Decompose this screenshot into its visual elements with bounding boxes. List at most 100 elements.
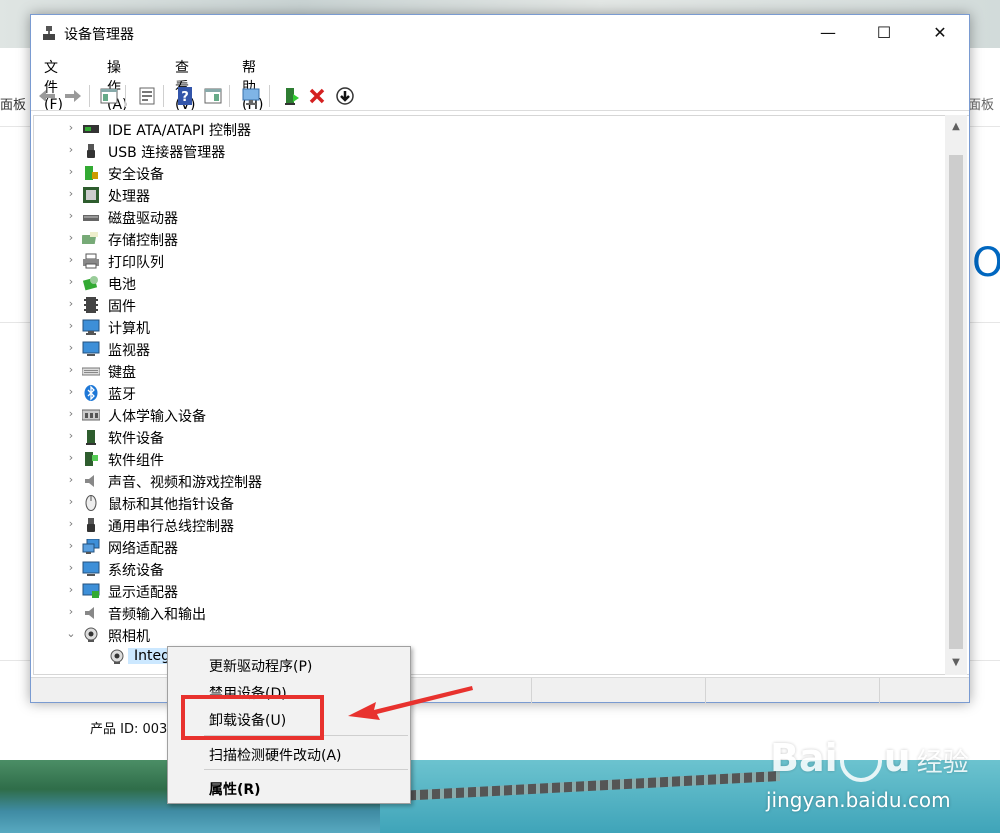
chevron-right-icon[interactable]: ›	[66, 297, 76, 313]
chevron-right-icon[interactable]: ›	[66, 539, 76, 555]
partial-heading: O	[972, 240, 1000, 286]
disk-drive-icon	[83, 215, 99, 221]
chevron-right-icon[interactable]: ›	[66, 583, 76, 599]
display-adapter-icon	[82, 583, 100, 598]
chevron-right-icon[interactable]: ›	[66, 231, 76, 247]
chevron-right-icon[interactable]: ›	[66, 451, 76, 467]
title-bar[interactable]: 设备管理器 — ☐ ✕	[31, 15, 969, 51]
tree-item-battery[interactable]: › 电池	[34, 272, 946, 294]
menu-item-update-driver[interactable]: 更新驱动程序(P)	[168, 651, 410, 677]
audio-io-icon	[85, 607, 94, 619]
status-cell	[531, 678, 532, 703]
device-tree[interactable]: › IDE ATA/ATAPI 控制器 › USB 连接器管理器 › 安全设备 …	[33, 115, 969, 675]
scroll-up-icon[interactable]: ▲	[945, 117, 967, 137]
paw-icon	[839, 739, 882, 782]
usb-icon	[87, 144, 95, 158]
chevron-right-icon[interactable]: ›	[66, 209, 76, 225]
show-hide-tree-icon[interactable]	[99, 86, 119, 106]
chevron-right-icon[interactable]: ›	[66, 517, 76, 533]
network-adapter-icon	[82, 539, 100, 554]
tree-item-usb-controller[interactable]: › 通用串行总线控制器	[34, 514, 946, 536]
tree-item-mouse[interactable]: › 鼠标和其他指针设备	[34, 492, 946, 514]
chevron-down-icon[interactable]: ⌄	[66, 627, 76, 643]
tree-item-display-adapter[interactable]: › 显示适配器	[34, 580, 946, 602]
annotation-highlight-box	[181, 695, 324, 740]
chevron-right-icon[interactable]: ›	[66, 341, 76, 357]
tree-item-processor[interactable]: › 处理器	[34, 184, 946, 206]
uninstall-device-icon[interactable]	[307, 86, 327, 106]
action-pane-icon[interactable]	[203, 86, 223, 106]
baidu-watermark: Bai u 经验	[770, 736, 969, 782]
bluetooth-icon	[84, 385, 98, 401]
chevron-right-icon[interactable]: ›	[66, 561, 76, 577]
help-icon[interactable]: ?	[175, 86, 195, 106]
camera-icon	[84, 627, 98, 642]
tree-item-sound-video-game[interactable]: › 声音、视频和游戏控制器	[34, 470, 946, 492]
keyboard-icon	[82, 367, 100, 376]
tree-item-audio-io[interactable]: › 音频输入和输出	[34, 602, 946, 624]
tree-item-firmware[interactable]: › 固件	[34, 294, 946, 316]
chevron-right-icon[interactable]: ›	[66, 605, 76, 621]
download-driver-icon[interactable]	[335, 86, 355, 106]
tree-item-software-device[interactable]: › 软件设备	[34, 426, 946, 448]
chevron-right-icon[interactable]: ›	[66, 473, 76, 489]
menu-item-scan-hardware[interactable]: 扫描检测硬件改动(A)	[168, 740, 410, 766]
tree-item-security-device[interactable]: › 安全设备	[34, 162, 946, 184]
chevron-right-icon[interactable]: ›	[66, 363, 76, 379]
close-button[interactable]: ✕	[917, 15, 963, 51]
mouse-icon	[85, 495, 97, 511]
tree-item-disk-drive[interactable]: › 磁盘驱动器	[34, 206, 946, 228]
menu-item-properties[interactable]: 属性(R)	[168, 774, 410, 800]
chevron-right-icon[interactable]: ›	[66, 429, 76, 445]
tree-item-computer[interactable]: › 计算机	[34, 316, 946, 338]
maximize-button[interactable]: ☐	[861, 15, 907, 51]
tree-item-network-adapter[interactable]: › 网络适配器	[34, 536, 946, 558]
toolbar-separator	[163, 85, 164, 107]
menu-separator	[204, 769, 408, 770]
forward-arrow-icon[interactable]	[63, 86, 83, 106]
tree-item-system-device[interactable]: › 系统设备	[34, 558, 946, 580]
webcam-icon	[110, 649, 124, 664]
sound-icon	[85, 475, 94, 487]
status-cell	[879, 678, 880, 703]
software-component-icon	[85, 452, 98, 466]
tree-item-bluetooth[interactable]: › 蓝牙	[34, 382, 946, 404]
chevron-right-icon[interactable]: ›	[66, 187, 76, 203]
back-arrow-icon[interactable]	[37, 86, 57, 106]
firmware-icon	[84, 297, 98, 313]
chevron-right-icon[interactable]: ›	[66, 407, 76, 423]
tree-item-print-queue[interactable]: › 打印队列	[34, 250, 946, 272]
scroll-down-icon[interactable]: ▼	[945, 653, 967, 673]
chevron-right-icon[interactable]: ›	[66, 143, 76, 159]
breadcrumb-left: 面板	[0, 98, 27, 113]
printer-icon	[83, 253, 99, 269]
chevron-right-icon[interactable]: ›	[66, 319, 76, 335]
minimize-button[interactable]: —	[805, 15, 851, 51]
chevron-right-icon[interactable]: ›	[66, 275, 76, 291]
scrollbar-thumb[interactable]	[949, 155, 963, 649]
chevron-right-icon[interactable]: ›	[66, 385, 76, 401]
chevron-right-icon[interactable]: ›	[66, 253, 76, 269]
update-driver-icon[interactable]	[281, 86, 301, 106]
hid-icon	[82, 409, 100, 421]
chevron-right-icon[interactable]: ›	[66, 121, 76, 137]
toolbar-separator	[89, 85, 90, 107]
tree-item-monitor[interactable]: › 监视器	[34, 338, 946, 360]
tree-item-software-component[interactable]: › 软件组件	[34, 448, 946, 470]
status-cell	[705, 678, 706, 703]
tree-item-keyboard[interactable]: › 键盘	[34, 360, 946, 382]
properties-icon[interactable]	[137, 86, 157, 106]
svg-text:?: ?	[181, 90, 189, 105]
tree-item-ide-ata-atapi[interactable]: › IDE ATA/ATAPI 控制器	[34, 118, 946, 140]
scan-hardware-icon[interactable]	[241, 86, 261, 106]
processor-icon	[83, 187, 99, 203]
tree-item-hid[interactable]: › 人体学输入设备	[34, 404, 946, 426]
chevron-right-icon[interactable]: ›	[66, 495, 76, 511]
computer-icon	[82, 319, 100, 335]
tree-item-camera[interactable]: ⌄ 照相机	[34, 624, 946, 646]
tree-item-storage-controller[interactable]: › 存储控制器	[34, 228, 946, 250]
chevron-right-icon[interactable]: ›	[66, 165, 76, 181]
watermark-url: jingyan.baidu.com	[766, 788, 951, 812]
vertical-scrollbar[interactable]: ▲ ▼	[945, 115, 967, 675]
tree-item-usb-connector[interactable]: › USB 连接器管理器	[34, 140, 946, 162]
